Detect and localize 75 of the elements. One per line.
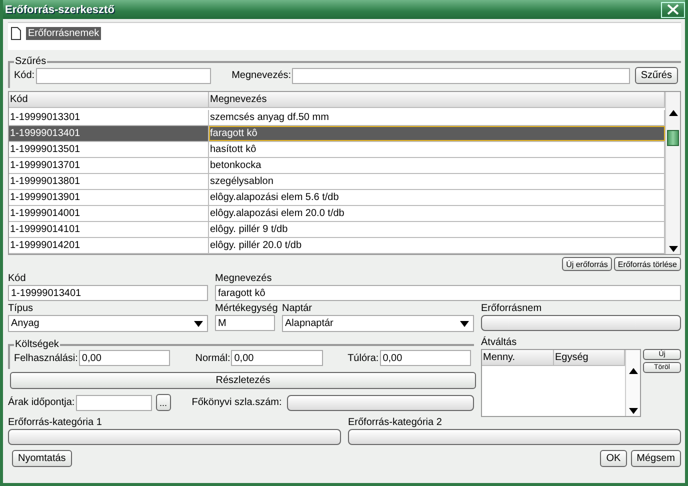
cancel-button[interactable]: Mégsem (630, 450, 681, 467)
ok-button[interactable]: OK (600, 450, 627, 467)
table-cell: 1-19999013501 (9, 142, 209, 157)
tree-item[interactable]: Erőforrásnemek (26, 27, 102, 40)
code-filter-field[interactable] (36, 68, 211, 84)
table-cell: 1-19999014101 (9, 222, 209, 237)
field-label: Túlóra: (348, 352, 379, 364)
scroll-thumb[interactable] (667, 130, 679, 146)
table-cell: 1-19999013801 (9, 174, 209, 189)
field-label: Erőforrás-kategória 2 (348, 417, 443, 428)
table-cell: 1-19999013301 (9, 110, 209, 125)
down-arrow-icon[interactable] (628, 408, 638, 414)
ledger-selector[interactable] (286, 394, 474, 410)
date-picker-button[interactable]: ... (156, 394, 171, 411)
group-title: Szűrés (14, 56, 48, 67)
table-row[interactable]: 1-19999013401 faragott kô (9, 126, 665, 142)
scrollbar[interactable] (625, 350, 640, 416)
group-title: Költségek (14, 339, 60, 350)
field-label: Kód: (14, 70, 35, 81)
category-selector[interactable] (348, 429, 681, 445)
table-cell: 1-19999013901 (9, 190, 209, 205)
table-cell: 1-19999014001 (9, 206, 209, 221)
down-arrow-icon[interactable] (668, 246, 678, 252)
filter-button[interactable]: Szűrés (634, 67, 678, 84)
price-date-field[interactable] (76, 394, 152, 410)
table-cell: 1-19999014201 (9, 238, 209, 253)
type-dropdown[interactable]: Anyag (8, 315, 208, 332)
close-icon (667, 4, 679, 15)
field-label: Erőforrásnem (481, 303, 543, 314)
table-action-button[interactable]: Erőforrás törlése (614, 257, 681, 271)
table-cell: 1-19999013701 (9, 158, 209, 173)
field-label: Megnevezés: (232, 70, 292, 81)
field-label: Főkönyvi szla.szám: (192, 397, 282, 408)
field-label: Kód (8, 273, 27, 284)
field-label: Naptár (282, 303, 314, 314)
table-row[interactable]: 1-19999013701 betonkocka (9, 158, 665, 174)
dropdown-arrow-icon (460, 320, 469, 326)
table-row[interactable]: 1-19999014001 elôgy.alapozási elem 20.0 t/db (9, 206, 665, 222)
field-label: Árak időpontja: (8, 397, 75, 408)
column-header[interactable]: Kód (9, 92, 209, 107)
dropdown-arrow-icon (194, 320, 203, 326)
column-header[interactable]: Menny. (482, 350, 554, 365)
table-row[interactable]: 1-19999013901 elôgy.alapozási elem 5.6 t/db (9, 190, 665, 206)
field-label: Normál: (195, 352, 230, 364)
resource-type-selector[interactable] (481, 315, 681, 331)
window-title: Erőforrás-szerkesztő (5, 4, 116, 16)
up-arrow-icon[interactable] (628, 368, 638, 374)
up-arrow-icon[interactable] (668, 110, 678, 116)
scrollbar[interactable] (665, 92, 680, 254)
table-row[interactable]: 1-19999013801 szegélysablon (9, 174, 665, 190)
group-title: Átváltás (481, 337, 518, 348)
unit-field[interactable]: M (215, 315, 275, 331)
print-button[interactable]: Nyomtatás (12, 450, 72, 467)
cost-field[interactable]: 0,00 (380, 350, 471, 366)
table-row[interactable]: 1-19999014201 elôgy. pillér 20.0 t/db (9, 238, 665, 254)
table-row[interactable]: 1-19999014101 elôgy. pillér 9 t/db (9, 222, 665, 238)
name-field[interactable]: faragott kô (215, 285, 681, 301)
name-filter-field[interactable] (292, 68, 630, 84)
table-row[interactable]: 1-19999013501 hasított kô (9, 142, 665, 158)
field-label: Felhasználási: (14, 352, 78, 364)
table-cell: 1-19999013401 (9, 126, 209, 141)
close-button[interactable] (661, 2, 685, 18)
details-button[interactable]: Részletezés (10, 372, 476, 389)
field-label: Típus (8, 303, 34, 314)
calendar-dropdown[interactable]: Alapnaptár (282, 315, 474, 332)
field-label: Megnevezés (215, 273, 273, 284)
cost-field[interactable]: 0,00 (231, 350, 323, 366)
cost-field[interactable]: 0,00 (78, 350, 170, 366)
table-cell: faragott kô (209, 126, 665, 141)
field-label: Erőforrás-kategória 1 (8, 417, 103, 428)
table-action-button[interactable]: Új erőforrás (562, 257, 612, 271)
category-selector[interactable] (8, 429, 341, 445)
field-label: Mértékegység (215, 303, 275, 314)
code-field[interactable]: 1-19999013401 (8, 285, 208, 301)
document-icon (11, 27, 21, 40)
